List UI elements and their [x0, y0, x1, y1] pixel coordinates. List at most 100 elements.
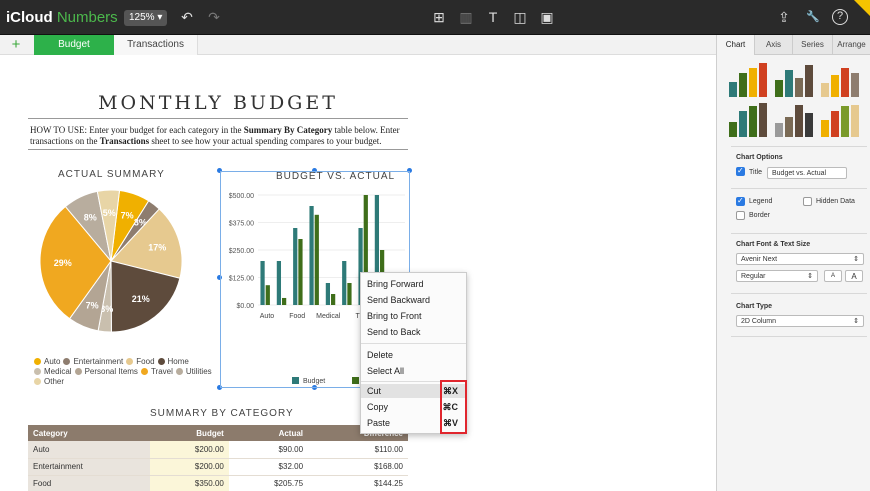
table-cell[interactable]: $200.00 [149, 441, 229, 459]
toolbar: iCloud Numbers 125% ▾ ↶ ↷ ⊞ ▥ T ◫ ▣ ⇪ 🔧 … [0, 0, 870, 35]
legend-label: Legend [749, 198, 773, 205]
tab-transactions[interactable]: Transactions [114, 35, 198, 55]
chart-icon[interactable]: ▥ [457, 8, 475, 26]
table-cell[interactable]: Entertainment [28, 458, 150, 476]
chart-options-heading: Chart Options [736, 154, 783, 161]
table-row: Auto $200.00 $90.00 $110.00 [28, 441, 408, 459]
table-cell[interactable]: $200.00 [149, 458, 229, 476]
add-sheet-button[interactable]: + [4, 35, 28, 54]
chevron-updown-icon: ⇕ [853, 256, 859, 263]
legend-swatch [34, 368, 41, 375]
tab-budget[interactable]: Budget [34, 35, 114, 55]
chart-style-thumbnail[interactable] [821, 103, 861, 137]
bar[interactable] [293, 228, 298, 305]
menu-item-copy[interactable]: Copy [367, 400, 388, 414]
y-tick-label: $0.00 [236, 303, 254, 310]
menu-item-bring-forward[interactable]: Bring Forward [367, 277, 424, 291]
shape-icon[interactable]: ◫ [511, 8, 529, 26]
pie-slice-label: 7% [121, 210, 134, 220]
menu-item-delete[interactable]: Delete [367, 348, 393, 362]
legend-checkbox[interactable] [736, 196, 745, 206]
y-tick-label: $500.00 [229, 193, 254, 200]
tab-chart[interactable]: Chart [717, 35, 755, 55]
thumbnail-bar [785, 70, 793, 97]
menu-item-paste[interactable]: Paste [367, 416, 390, 430]
media-icon[interactable]: ▣ [538, 8, 556, 26]
column-header[interactable]: Budget [149, 425, 229, 441]
decrease-font-button[interactable]: A [824, 270, 842, 282]
bar[interactable] [276, 261, 282, 305]
chart-style-thumbnail[interactable] [775, 63, 815, 97]
chart-type-select[interactable]: 2D Column ⇕ [736, 315, 864, 327]
thumbnail-bar [775, 80, 783, 97]
table-cell[interactable]: $350.00 [149, 475, 229, 491]
wrench-icon[interactable]: 🔧 [804, 8, 822, 26]
bar[interactable] [265, 285, 270, 305]
redo-icon[interactable]: ↷ [205, 8, 223, 26]
chart-style-thumbnail[interactable] [775, 103, 815, 137]
chart-style-thumbnail[interactable] [821, 63, 861, 97]
bar[interactable] [260, 261, 265, 305]
thumbnail-bar [739, 111, 747, 137]
title-rule [28, 118, 408, 119]
panel-separator [731, 336, 867, 337]
column-header[interactable]: Category [28, 425, 150, 441]
column-header[interactable]: Actual [228, 425, 309, 441]
table-cell[interactable]: Food [28, 475, 150, 491]
bar[interactable] [342, 261, 347, 305]
app-name: Numbers [56, 9, 118, 26]
menu-item-send-to-back[interactable]: Send to Back [367, 325, 421, 339]
pie-chart[interactable]: 7%3%17%21%3%7%29%8% 5% [38, 188, 184, 334]
instructions-bold: Transactions [99, 136, 150, 146]
increase-font-button[interactable]: A [845, 270, 863, 282]
table-cell[interactable]: Auto [28, 441, 150, 459]
border-checkbox[interactable] [736, 211, 745, 220]
chart-style-thumbnail[interactable] [729, 63, 769, 97]
style-select[interactable]: Regular ⇕ [736, 270, 818, 282]
table-cell[interactable]: $90.00 [228, 441, 309, 459]
zoom-menu[interactable]: 125% ▾ [124, 10, 167, 26]
text-icon[interactable]: T [484, 8, 502, 26]
border-label: Border [749, 212, 771, 219]
legend-item: Auto [34, 357, 60, 367]
legend-label: Entertainment [73, 357, 124, 366]
table-cell[interactable]: $168.00 [308, 458, 408, 476]
panel-separator [731, 233, 867, 234]
legend-item: Home [157, 357, 189, 367]
bar[interactable] [282, 297, 287, 305]
share-icon[interactable]: ⇪ [775, 8, 793, 26]
tab-arrange[interactable]: Arrange [833, 35, 870, 55]
chart-style-thumbnail[interactable] [729, 103, 769, 137]
menu-item-send-backward[interactable]: Send Backward [367, 293, 430, 307]
chevron-updown-icon: ⇕ [807, 273, 813, 280]
bar[interactable] [347, 283, 352, 305]
legend-swatch [74, 368, 82, 375]
table-row: Food $350.00 $205.75 $144.25 [28, 475, 408, 491]
table-icon[interactable]: ⊞ [430, 8, 448, 26]
bar[interactable] [314, 214, 319, 305]
bar[interactable] [298, 239, 303, 305]
help-icon[interactable]: ? [832, 9, 848, 25]
table-cell[interactable]: $144.25 [308, 475, 408, 491]
table-cell[interactable]: $110.00 [308, 441, 408, 459]
table-cell[interactable]: $205.75 [228, 475, 309, 491]
tab-series[interactable]: Series [793, 35, 833, 55]
menu-item-bring-to-front[interactable]: Bring to Front [367, 309, 422, 323]
tab-axis[interactable]: Axis [755, 35, 793, 55]
font-select[interactable]: Avenir Next ⇕ [736, 253, 864, 265]
menu-item-select-all[interactable]: Select All [367, 364, 404, 378]
title-checkbox[interactable] [736, 166, 745, 176]
chart-title-field[interactable]: Budget vs. Actual [767, 167, 847, 179]
table-row: Entertainment $200.00 $32.00 $168.00 [28, 458, 408, 476]
undo-icon[interactable]: ↶ [178, 8, 196, 26]
thumbnail-bar [841, 68, 849, 97]
bar[interactable] [331, 294, 336, 305]
thumbnail-bar [805, 113, 813, 137]
bar[interactable] [325, 283, 331, 305]
thumbnail-bar [841, 106, 849, 137]
table-cell[interactable]: $32.00 [228, 458, 309, 476]
bar[interactable] [309, 206, 314, 305]
menu-item-cut[interactable]: Cut [367, 384, 381, 398]
hidden-data-checkbox[interactable] [803, 197, 812, 206]
thumbnail-bar [729, 82, 737, 97]
